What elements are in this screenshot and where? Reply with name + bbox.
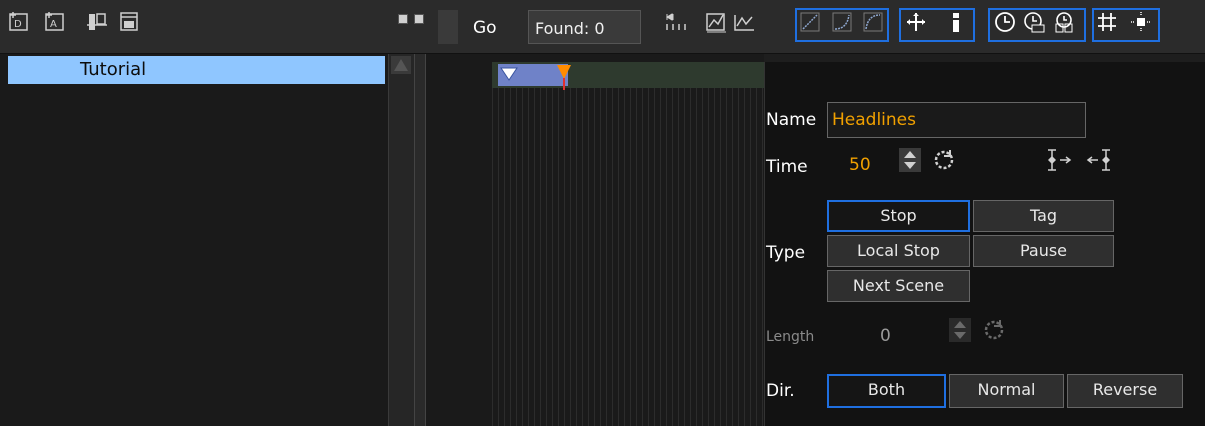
type-tag-button[interactable]: Tag	[973, 200, 1114, 232]
add-tag-icon[interactable]	[118, 10, 140, 32]
dir-both-button[interactable]: Both	[827, 374, 946, 408]
type-stop-button[interactable]: Stop	[827, 200, 970, 232]
playhead-line	[563, 78, 565, 90]
length-spinner-icon	[949, 318, 971, 342]
dir-label: Dir.	[766, 381, 795, 401]
clock-copy-icon[interactable]	[1053, 11, 1075, 33]
svg-text:D: D	[14, 19, 22, 30]
toolbar-spacer	[438, 10, 458, 44]
name-input[interactable]: Headlines	[827, 102, 1086, 138]
time-reset-icon[interactable]	[932, 148, 954, 172]
type-next-scene-button[interactable]: Next Scene	[827, 270, 970, 302]
time-value[interactable]: 50	[849, 155, 871, 175]
ease-in-icon[interactable]	[831, 11, 853, 33]
clock-icon[interactable]	[994, 11, 1016, 33]
move-key-right-icon[interactable]	[1084, 148, 1114, 172]
panel-splitter[interactable]	[414, 54, 426, 426]
first-frame-icon[interactable]	[664, 11, 686, 33]
length-reset-icon	[982, 318, 1004, 342]
time-spinner-icon[interactable]	[899, 148, 921, 172]
length-label: Length	[766, 329, 815, 345]
timeline-frames[interactable]	[492, 62, 764, 426]
dir-reverse-button[interactable]: Reverse	[1067, 374, 1183, 408]
grid-icon[interactable]	[1096, 11, 1118, 33]
svg-text:A: A	[50, 19, 57, 30]
ease-out-icon[interactable]	[862, 11, 884, 33]
stop-point-marker-icon[interactable]	[500, 66, 518, 81]
ease-linear-icon[interactable]	[799, 11, 821, 33]
add-actor-icon[interactable]: A	[44, 10, 66, 32]
curve-icon[interactable]	[733, 11, 755, 33]
add-director-icon[interactable]: D	[8, 10, 30, 32]
name-label: Name	[766, 110, 817, 130]
dir-normal-button[interactable]: Normal	[949, 374, 1064, 408]
type-pause-button[interactable]: Pause	[973, 235, 1114, 267]
scene-tree	[0, 54, 426, 426]
found-field[interactable]: Found: 0	[528, 10, 641, 44]
move-key-left-icon[interactable]	[1044, 148, 1074, 172]
time-label: Time	[766, 157, 808, 177]
clock-edit-icon[interactable]	[1023, 11, 1045, 33]
snap-icon[interactable]	[1130, 11, 1152, 33]
tree-scrollbar[interactable]	[388, 54, 414, 426]
tree-item-tutorial[interactable]: Tutorial	[8, 56, 385, 84]
scroll-up-icon[interactable]	[391, 56, 411, 74]
type-local-stop-button[interactable]: Local Stop	[827, 235, 970, 267]
go-button[interactable]: Go	[473, 18, 497, 38]
splitter-handle[interactable]	[414, 14, 424, 24]
graph-icon[interactable]	[705, 11, 727, 33]
tree-toolbar: D A	[0, 0, 426, 54]
info-icon[interactable]	[945, 11, 967, 33]
add-stop-point-icon[interactable]	[86, 10, 108, 32]
panel-resize-handle[interactable]	[398, 14, 408, 24]
length-value: 0	[880, 326, 891, 346]
move-icon[interactable]	[905, 11, 927, 33]
type-label: Type	[766, 243, 806, 263]
